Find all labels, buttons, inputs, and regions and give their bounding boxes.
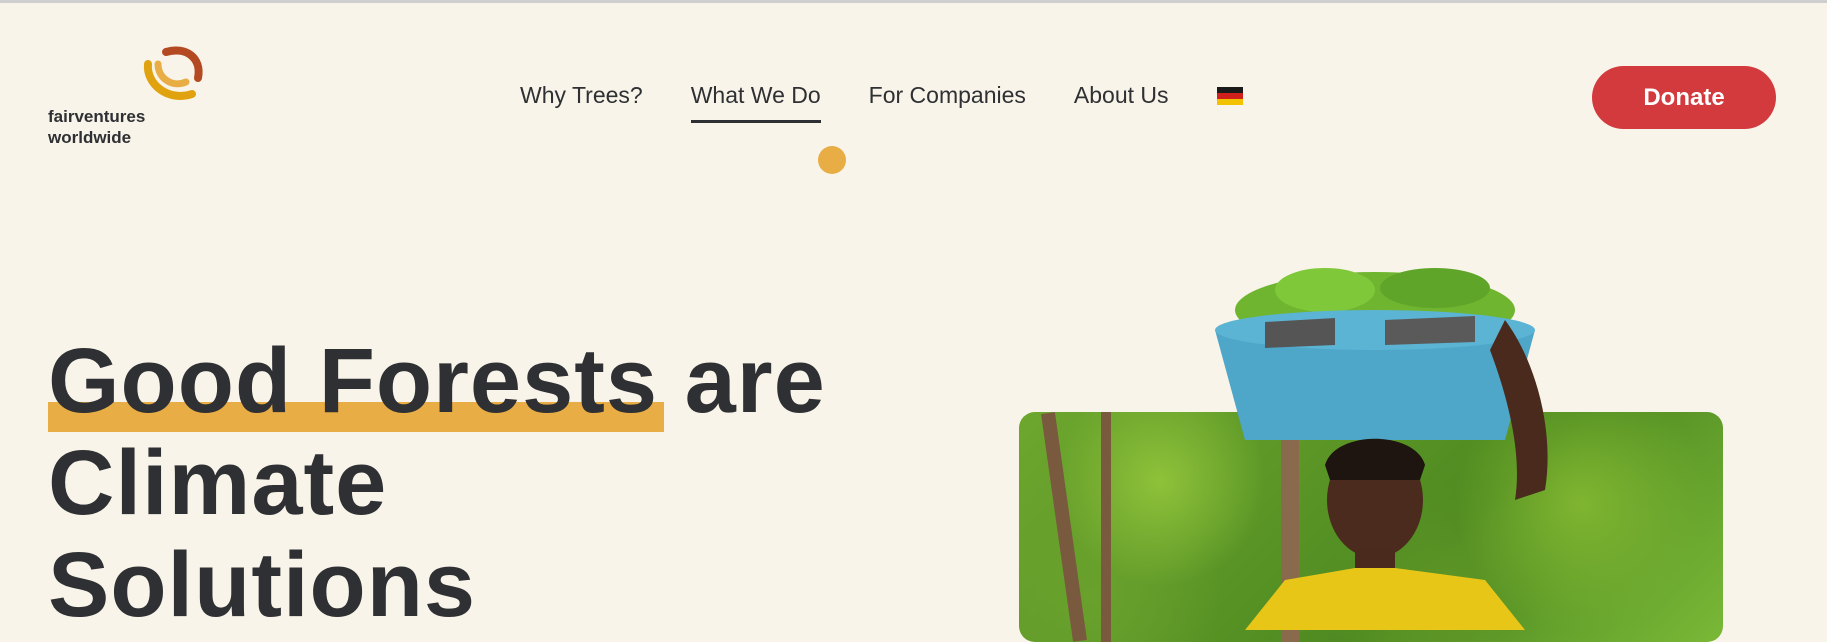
logo-text: fairventures worldwide [48, 106, 145, 148]
woman-carrying-seedlings-photo [1215, 268, 1548, 630]
tree-trunk [1041, 412, 1087, 642]
logo-text-line1: fairventures [48, 107, 146, 126]
nav-what-we-do[interactable]: What We Do [690, 82, 821, 123]
nav-for-companies[interactable]: For Companies [869, 82, 1026, 123]
active-indicator-dot [818, 146, 846, 174]
main-nav: Why Trees? What We Do For Companies Abou… [520, 82, 1243, 123]
germany-flag-icon[interactable] [1216, 86, 1243, 105]
nav-about-us[interactable]: About Us [1074, 82, 1169, 123]
headline-highlight: Good Forests [48, 330, 665, 432]
hero-headline: Good Forests are Climate Solutions [48, 330, 826, 636]
headline-line3: Solutions [48, 534, 477, 636]
logo-mark-icon [143, 46, 203, 100]
logo[interactable]: fairventures worldwide [48, 44, 208, 154]
donate-button[interactable]: Donate [1592, 66, 1776, 129]
browser-top-border [0, 0, 1827, 3]
logo-text-line2: worldwide [48, 128, 132, 147]
headline-line2: Climate [48, 432, 388, 534]
headline-line1-rest: are [658, 330, 826, 432]
tree-trunk [1101, 412, 1111, 642]
nav-why-trees[interactable]: Why Trees? [520, 82, 643, 123]
